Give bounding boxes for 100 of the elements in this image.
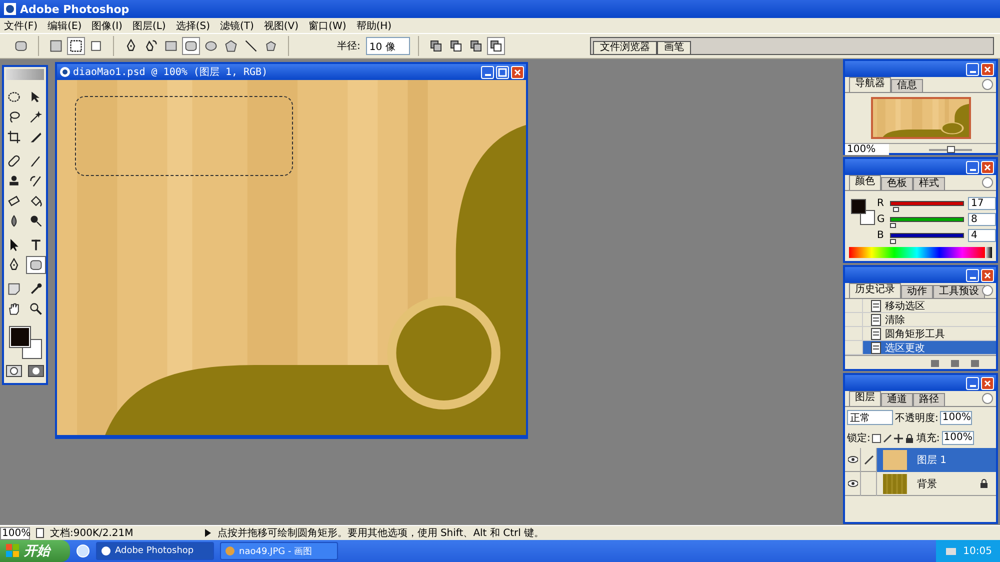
polygon-icon: [224, 39, 238, 53]
radius-label: 半径:: [337, 40, 360, 53]
layer-name: 背景: [917, 478, 937, 490]
overlap-squares-icon: [450, 40, 462, 52]
close-button[interactable]: [981, 160, 994, 174]
panel-tab[interactable]: 工具预设: [933, 285, 985, 298]
document-size: 文档:900K/2.21M: [50, 526, 134, 540]
history-item[interactable]: 圆角矩形工具: [863, 327, 996, 340]
menu-item[interactable]: 滤镜(T): [220, 18, 254, 32]
overlap-squares-icon: [470, 40, 482, 52]
app-icon: [4, 3, 16, 15]
history-item[interactable]: 移动选区: [863, 299, 996, 312]
menu-item[interactable]: 窗口(W): [308, 18, 346, 32]
shape-tool-button[interactable]: [182, 37, 200, 55]
document-icon: [871, 342, 881, 354]
blend-mode-dropdown[interactable]: 正常: [847, 410, 893, 425]
maximize-button[interactable]: [496, 66, 509, 78]
panel-tab[interactable]: 历史记录: [849, 283, 901, 298]
channel-value-field[interactable]: 4: [968, 228, 996, 242]
menu-item[interactable]: 文件(F): [4, 18, 38, 32]
panel-menu-button[interactable]: [982, 393, 993, 404]
freeform-pen-icon: [144, 39, 158, 53]
tool-button[interactable]: [26, 256, 46, 274]
rounded-rectangle-icon: [14, 39, 28, 53]
stamp-icon: [7, 174, 21, 188]
channel-label: B: [877, 230, 885, 240]
minimize-button[interactable]: [481, 66, 494, 78]
layer-thumbnail: [883, 474, 907, 494]
close-button[interactable]: [981, 376, 994, 390]
document-icon: [59, 66, 71, 78]
overlap-squares-icon: [430, 40, 442, 52]
close-icon: [983, 378, 992, 388]
opacity-field[interactable]: 100%: [940, 410, 972, 424]
color-spectrum[interactable]: [849, 247, 992, 258]
standard-mode-button[interactable]: [4, 362, 24, 380]
slider-thumb[interactable]: [890, 222, 896, 228]
panel-tab[interactable]: 动作: [901, 285, 933, 298]
color-swatches-icon: [851, 199, 875, 225]
channel-label: R: [877, 198, 885, 208]
panel-tab[interactable]: 图层: [849, 391, 881, 406]
menu-item[interactable]: 图层(L): [132, 18, 166, 32]
close-button[interactable]: [511, 66, 524, 78]
visibility-toggle[interactable]: [845, 448, 861, 472]
clock: 10:05: [963, 546, 992, 556]
foreground-color-swatch[interactable]: [10, 326, 30, 347]
paint-bucket-icon: [29, 194, 43, 208]
close-button[interactable]: [981, 62, 994, 76]
quick-mask-button[interactable]: [26, 362, 46, 380]
close-button[interactable]: [981, 268, 994, 282]
layer-item[interactable]: 背景: [877, 472, 996, 496]
taskbar-button[interactable]: Adobe Photoshop: [96, 542, 214, 560]
panel-tab[interactable]: 通道: [881, 393, 913, 406]
visibility-toggle[interactable]: [845, 472, 861, 496]
minimize-button[interactable]: [966, 62, 979, 76]
channel-value-field[interactable]: 8: [968, 212, 996, 226]
panel-menu-button[interactable]: [982, 177, 993, 188]
minimize-button[interactable]: [966, 376, 979, 390]
mode-button[interactable]: [67, 37, 85, 55]
mask-mode-icon: [28, 365, 44, 377]
minimize-button[interactable]: [966, 268, 979, 282]
menu-item[interactable]: 视图(V): [264, 18, 299, 32]
ellipse-icon: [204, 39, 218, 53]
slider-thumb[interactable]: [893, 206, 900, 212]
eye-icon: [848, 480, 858, 487]
menu-item[interactable]: 选择(S): [176, 18, 210, 32]
minimize-button[interactable]: [966, 160, 979, 174]
fill-field[interactable]: 100%: [942, 431, 974, 445]
panel-tab[interactable]: 颜色: [849, 175, 881, 190]
layer-item[interactable]: 图层 1: [877, 448, 996, 472]
palette-tab[interactable]: 文件浏览器: [593, 41, 657, 54]
panel-tab[interactable]: 导航器: [849, 77, 891, 92]
radius-field[interactable]: 10 像: [366, 37, 410, 55]
history-item[interactable]: 清除: [863, 313, 996, 326]
panel-menu-button[interactable]: [982, 285, 993, 296]
panel-tab[interactable]: 信息: [891, 79, 923, 92]
custom-shape-icon: [264, 39, 278, 53]
panel-menu-button[interactable]: [982, 79, 993, 90]
menu-item[interactable]: 帮助(H): [356, 18, 392, 32]
slider-thumb[interactable]: [890, 238, 896, 244]
note-icon: [7, 282, 21, 296]
palette-tab[interactable]: 画笔: [657, 41, 691, 54]
channel-value-field[interactable]: 17: [968, 196, 996, 210]
menu-item[interactable]: 图像(I): [92, 18, 122, 32]
rounded-rectangle-icon: [184, 39, 198, 53]
combine-mode-button[interactable]: [487, 37, 506, 55]
panel-tab[interactable]: 样式: [913, 177, 945, 190]
layer-thumbnail: [883, 450, 907, 470]
panel-tab[interactable]: 色板: [881, 177, 913, 190]
taskbar-button[interactable]: nao49.JPG - 画图: [220, 542, 338, 560]
zoom-field[interactable]: 100%: [845, 144, 889, 155]
slider-thumb[interactable]: [946, 146, 954, 152]
panel-tab[interactable]: 路径: [913, 393, 945, 406]
minimize-icon: [484, 74, 490, 76]
history-item[interactable]: 选区更改: [863, 341, 996, 354]
fill-label: 填充:: [916, 432, 940, 445]
history-label: 圆角矩形工具: [885, 328, 945, 340]
path-mode-icon: [69, 39, 83, 53]
menu-item[interactable]: 编辑(E): [48, 18, 82, 32]
move-cross-icon: [894, 434, 904, 442]
zoom-field[interactable]: 100%: [0, 526, 30, 540]
